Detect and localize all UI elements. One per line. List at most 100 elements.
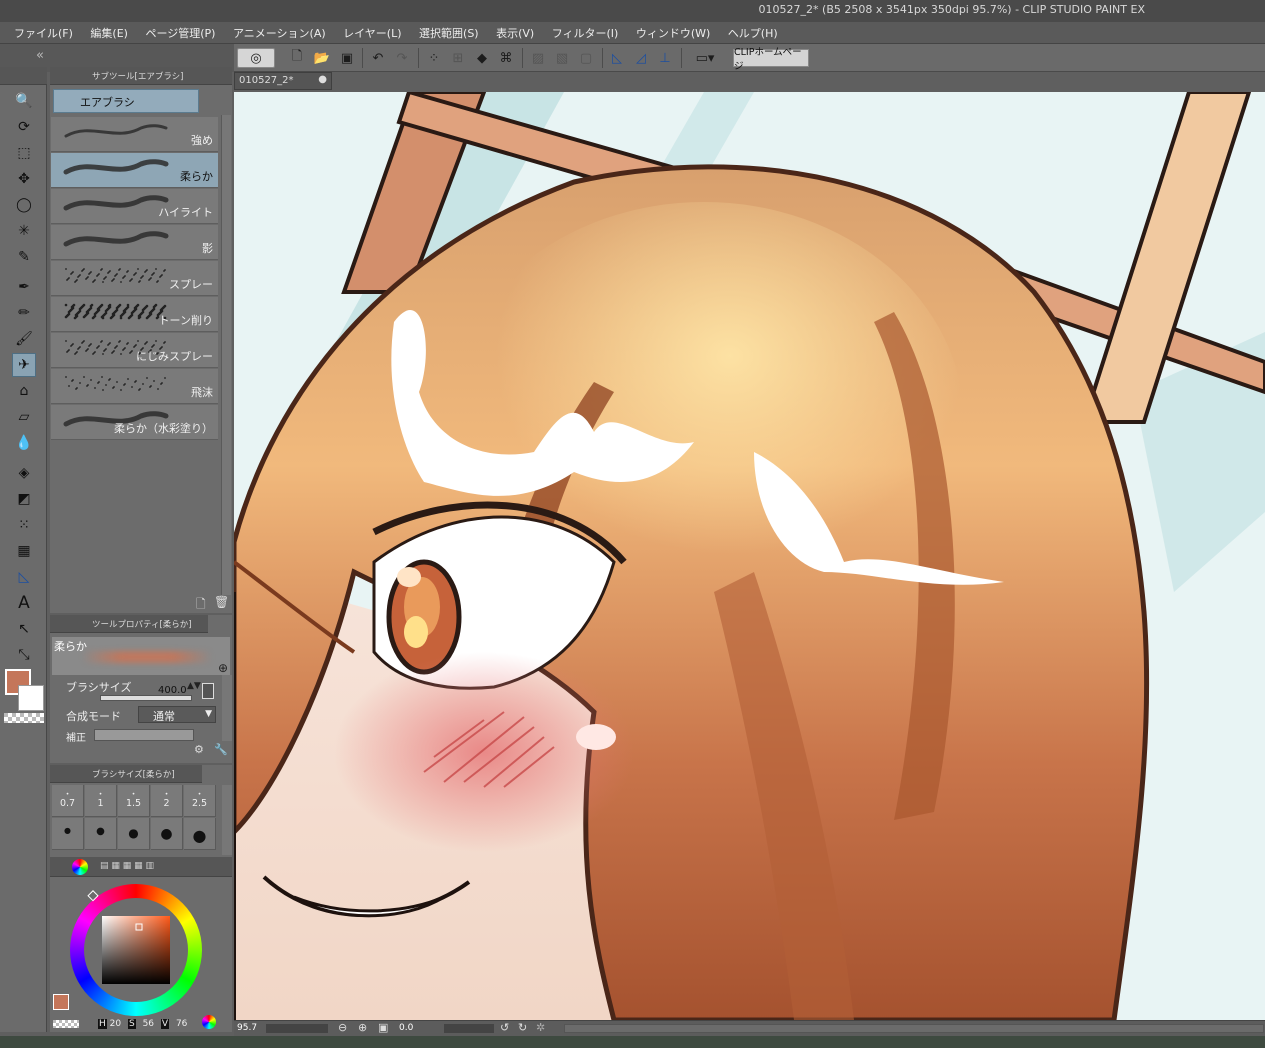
subtool-group-airbrush[interactable]: エアブラシ [53, 89, 199, 113]
color-slider-tab-icon[interactable]: ▤ ▦ ▦ ▦ ▥ [100, 861, 154, 871]
menu-edit[interactable]: 編集(E) [90, 22, 128, 41]
operation-tool-icon[interactable]: ⬚ [12, 141, 36, 165]
sub-color-swatch[interactable] [18, 685, 44, 711]
correction-buttons[interactable] [94, 729, 194, 741]
layout-dropdown-icon[interactable]: ▭▾ [688, 48, 722, 68]
main-color-chip[interactable] [53, 994, 69, 1010]
pencil-tool-icon[interactable]: ✏ [12, 301, 36, 325]
decoration-tool-icon[interactable]: ⌂ [12, 379, 36, 403]
clear-outside-icon[interactable]: ⊞ [448, 48, 468, 68]
brush-size-cell[interactable]: • 1.5 [118, 785, 150, 817]
subtool-item[interactable]: スプレー [51, 261, 218, 296]
close-tab-icon[interactable]: ● [318, 74, 327, 85]
canvas-tab[interactable]: 010527_2* ● [234, 72, 332, 90]
angle-value[interactable]: 0.0 [399, 1023, 413, 1033]
delete-subtool-icon[interactable]: 🗑 [214, 595, 229, 609]
grid-snap-icon[interactable]: ⊥ [655, 48, 675, 68]
brush-size-cell[interactable]: ● [52, 818, 84, 850]
transform-icon[interactable]: ⌘ [496, 48, 516, 68]
undo-icon[interactable]: ↶ [368, 48, 388, 68]
toolprop-scrollbar[interactable] [222, 675, 232, 741]
special-ruler-snap-icon[interactable]: ◿ [631, 48, 651, 68]
brush-tool-icon[interactable]: 🖌 [12, 327, 36, 351]
subtool-scrollbar[interactable] [221, 115, 231, 595]
zoom-preview-icon[interactable]: ⊕ [218, 661, 228, 675]
add-subtool-icon[interactable]: 🗋 [196, 595, 206, 616]
selection-tool-icon[interactable]: ◯ [12, 193, 36, 217]
subtool-item[interactable]: 飛沫 [51, 369, 218, 404]
subtool-item[interactable]: 柔らか（水彩塗り） [51, 405, 218, 440]
color-wheel[interactable] [70, 884, 202, 1016]
zoom-in-icon[interactable]: ⊕ [358, 1021, 367, 1034]
transparent-color-swatch[interactable] [4, 713, 44, 723]
menu-animation[interactable]: アニメーション(A) [233, 22, 326, 41]
collapse-icon[interactable]: « [36, 48, 44, 63]
horizontal-scrollbar[interactable] [564, 1024, 1264, 1033]
brush-size-cell[interactable]: ● [184, 818, 216, 850]
menu-filter[interactable]: フィルター(I) [552, 22, 619, 41]
subtool-item[interactable]: 柔らか [51, 153, 218, 188]
drawing-canvas[interactable] [234, 92, 1265, 1020]
menu-window[interactable]: ウィンドウ(W) [636, 22, 710, 41]
brush-size-cell[interactable]: • 2 [151, 785, 183, 817]
zoom-out-icon[interactable]: ⊖ [338, 1021, 347, 1034]
subtool-item[interactable]: 影 [51, 225, 218, 260]
color-wheel-tab-icon[interactable] [72, 859, 88, 875]
ruler-tool-icon[interactable]: ◺ [12, 565, 36, 589]
brush-size-value[interactable]: 400.0 [158, 685, 187, 696]
menu-layer[interactable]: レイヤー(L) [343, 22, 401, 41]
invert-selection-icon[interactable]: ▧ [552, 48, 572, 68]
clip-home-button[interactable]: CLIPホームページ [733, 47, 809, 72]
auto-select-tool-icon[interactable]: ✳ [12, 219, 36, 243]
zoom-tool-icon[interactable]: 🔍 [12, 89, 36, 113]
menu-file[interactable]: ファイル(F) [14, 22, 73, 41]
frame-tool-icon[interactable]: ▦ [12, 539, 36, 563]
pressure-toggle[interactable] [202, 683, 214, 699]
rotate-right-icon[interactable]: ↻ [518, 1021, 527, 1034]
settings-icon[interactable]: ⚙ [194, 743, 204, 756]
clear-icon[interactable]: ⁘ [424, 48, 444, 68]
gradient-tool-icon[interactable]: ◩ [12, 487, 36, 511]
reset-rotation-icon[interactable]: ✲ [536, 1021, 545, 1034]
text-tool-icon[interactable]: A [12, 591, 36, 615]
clip-logo-button[interactable]: ◎ [237, 48, 275, 68]
ruler-snap-icon[interactable]: ◺ [607, 48, 627, 68]
show-selection-icon[interactable]: ▢ [576, 48, 596, 68]
menu-page[interactable]: ページ管理(P) [145, 22, 215, 41]
redo-icon[interactable]: ↷ [392, 48, 412, 68]
fill-icon[interactable]: ◆ [472, 48, 492, 68]
brush-size-cell[interactable]: ● [151, 818, 183, 850]
menu-help[interactable]: ヘルプ(H) [728, 22, 778, 41]
blend-tool-icon[interactable]: 💧 [12, 431, 36, 455]
new-file-icon[interactable]: 🗋 [287, 48, 307, 68]
menu-view[interactable]: 表示(V) [496, 22, 534, 41]
balloon-tool-icon[interactable]: ↖ [12, 617, 36, 641]
eyedropper-tool-icon[interactable]: ✎ [12, 245, 36, 269]
zoom-slider[interactable] [266, 1024, 328, 1033]
transparent-chip[interactable] [53, 1020, 79, 1028]
subtool-item[interactable]: ハイライト [51, 189, 218, 224]
subtool-item[interactable]: 強め [51, 117, 218, 152]
eraser-tool-icon[interactable]: ▱ [12, 405, 36, 429]
spin-icon[interactable]: ▲▼ [187, 681, 201, 691]
brush-size-cell[interactable]: ● [85, 818, 117, 850]
open-file-icon[interactable]: 📂 [312, 48, 332, 68]
rotate-slider[interactable] [444, 1024, 494, 1033]
fit-icon[interactable]: ▣ [378, 1021, 388, 1034]
move-layer-tool-icon[interactable]: ✥ [12, 167, 36, 191]
deselect-icon[interactable]: ▨ [528, 48, 548, 68]
correct-line-tool-icon[interactable]: ⤡ [12, 643, 36, 667]
brush-size-cell[interactable]: • 0.7 [52, 785, 84, 817]
rotate-tool-icon[interactable]: ⟳ [12, 115, 36, 139]
pen-tool-icon[interactable]: ✒ [12, 275, 36, 299]
tone-tool-icon[interactable]: ⁙ [12, 513, 36, 537]
fill-tool-icon[interactable]: ◈ [12, 461, 36, 485]
blend-mode-select[interactable]: 通常 ▼ [138, 706, 216, 723]
brush-size-cell[interactable]: • 1 [85, 785, 117, 817]
rotate-left-icon[interactable]: ↺ [500, 1021, 509, 1034]
zoom-value[interactable]: 95.7 [237, 1023, 257, 1033]
airbrush-tool-icon[interactable]: ✈ [12, 353, 36, 377]
subtool-item[interactable]: にじみスプレー [51, 333, 218, 368]
brush-size-cell[interactable]: • 2.5 [184, 785, 216, 817]
brush-size-cell[interactable]: ● [118, 818, 150, 850]
